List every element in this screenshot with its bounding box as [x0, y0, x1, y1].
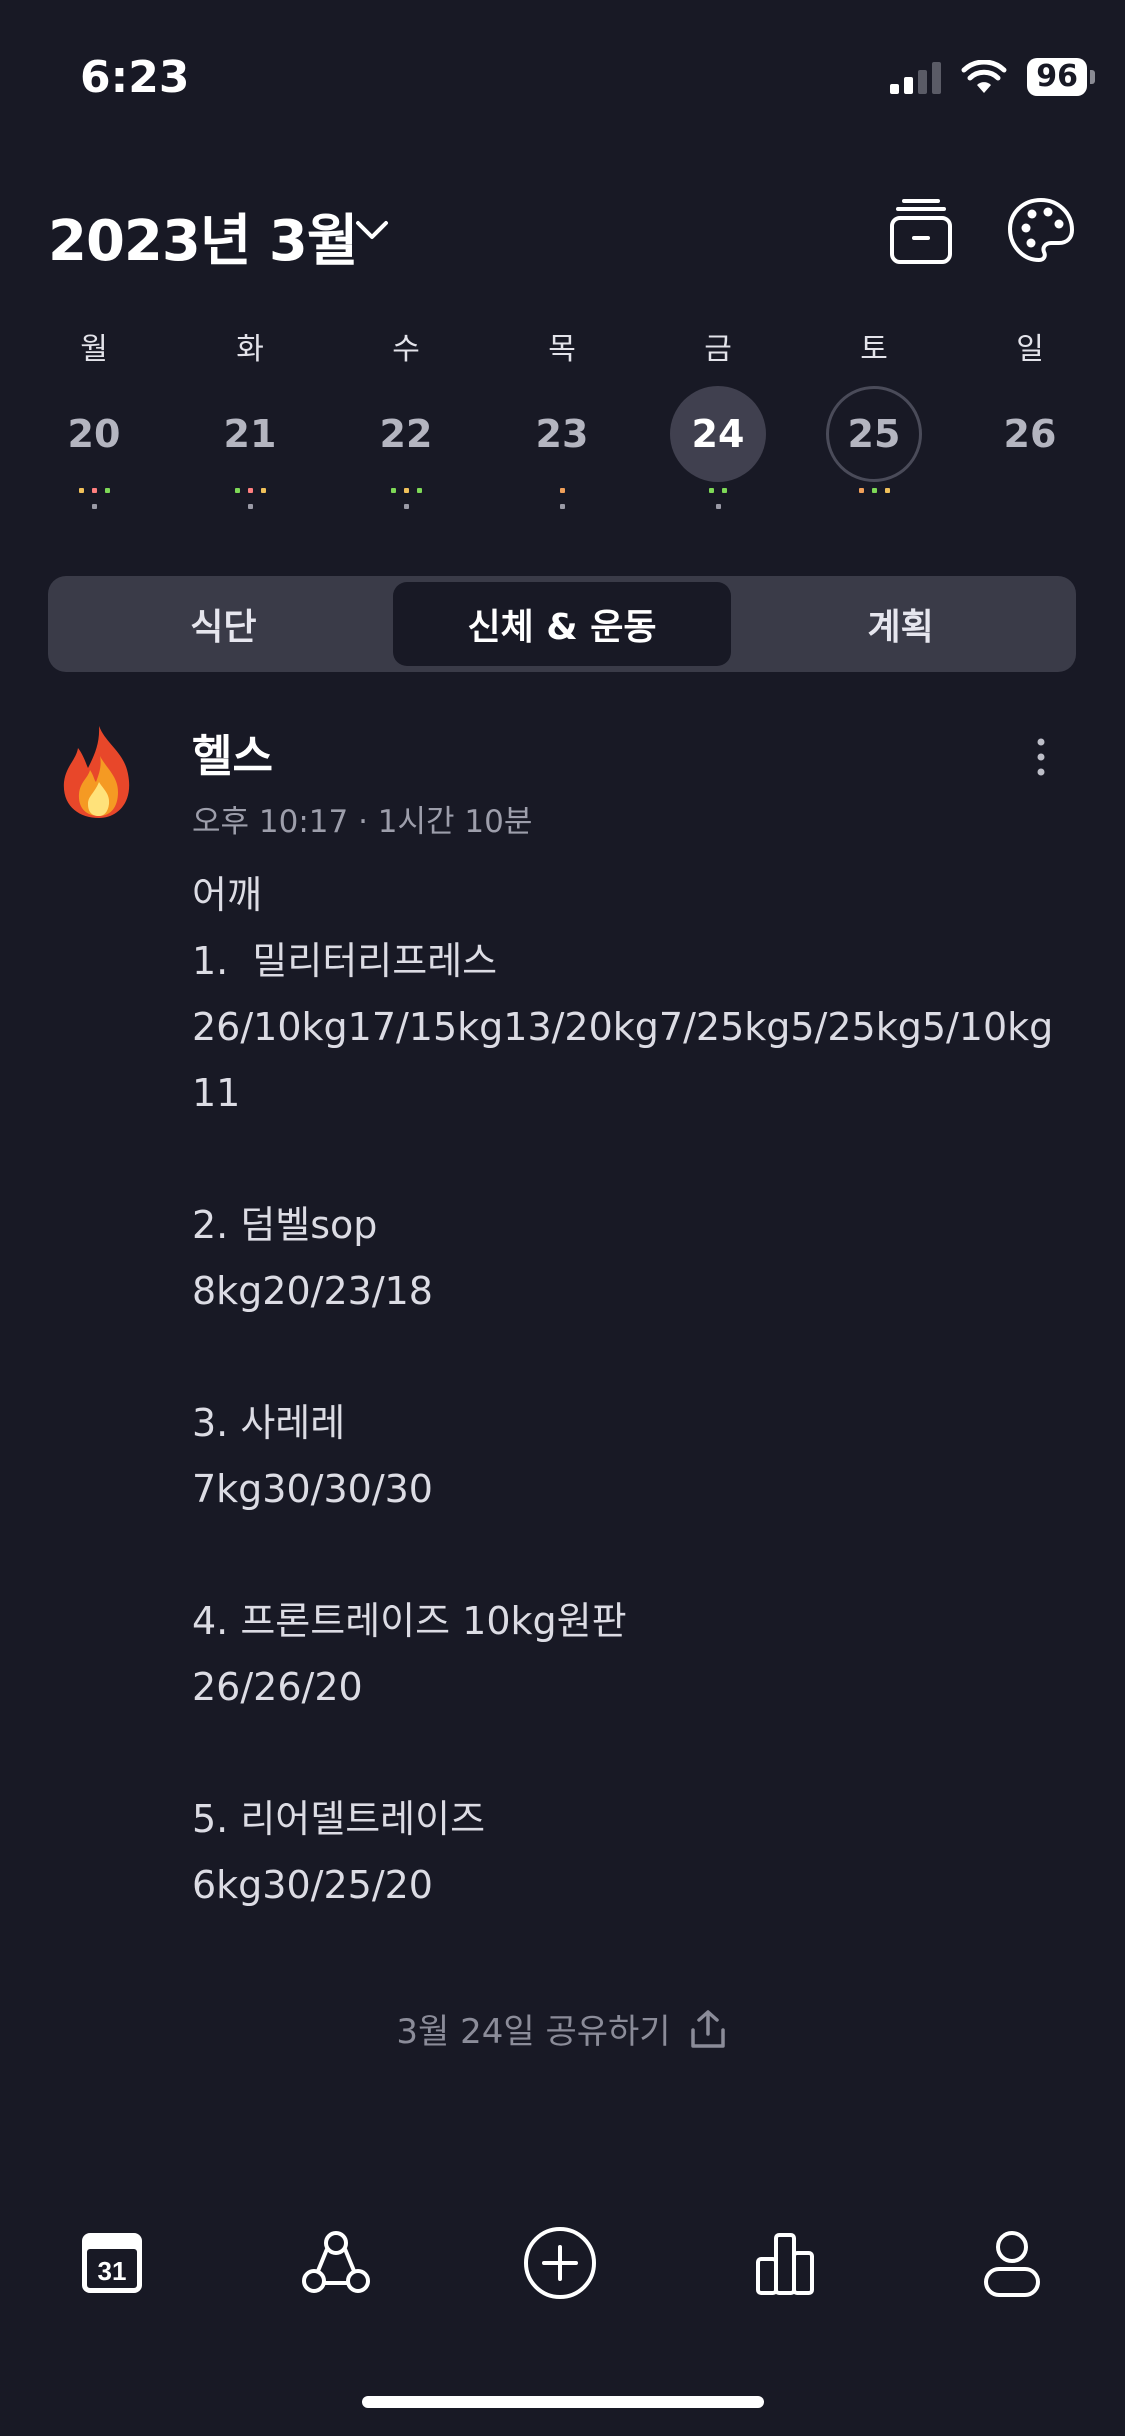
activity-dot — [884, 488, 890, 493]
activity-dot — [78, 488, 84, 493]
activity-dots — [668, 488, 768, 494]
activity-dot — [104, 488, 110, 493]
day-22[interactable]: 수 22 — [356, 330, 456, 509]
activity-dot — [416, 488, 422, 493]
activity-dots — [200, 488, 300, 494]
battery-icon: 96 — [1027, 58, 1095, 96]
day-26[interactable]: 일 26 — [980, 330, 1080, 494]
day-number: 22 — [379, 412, 433, 456]
day-21[interactable]: 화 21 — [200, 330, 300, 509]
activity-dots — [980, 488, 1080, 494]
activity-dot — [260, 488, 266, 493]
entry-title: 헬스 — [192, 731, 273, 782]
day-name: 수 — [392, 332, 420, 367]
activity-dot — [709, 488, 714, 493]
nav-calendar-icon[interactable]: 31 — [74, 2225, 150, 2301]
activity-dots — [824, 488, 924, 494]
day-name: 목 — [548, 332, 576, 367]
entry-meta: 오후 10:17 · 1시간 10분 — [192, 804, 533, 840]
day-number: 20 — [67, 412, 121, 456]
nav-profile-icon[interactable] — [974, 2225, 1050, 2301]
nav-add-icon[interactable] — [522, 2225, 598, 2301]
month-title[interactable]: 2023년 3월 — [48, 196, 358, 277]
activity-dot — [559, 488, 565, 493]
status-time: 6:23 — [80, 52, 190, 103]
secondary-dot — [512, 504, 612, 509]
tab-plan[interactable]: 계획 — [731, 582, 1070, 666]
status-indicators: 96 — [890, 58, 1095, 96]
activity-dots — [512, 488, 612, 494]
share-button[interactable]: 3월 24일 공유하기 — [0, 2004, 1125, 2053]
activity-dot — [390, 488, 396, 493]
day-name: 토 — [860, 332, 888, 367]
week-strip: 월 20 화 21 수 22 목 23 금 24 토 25 일 26 — [0, 330, 1125, 530]
activity-dot — [91, 488, 97, 493]
activity-dot — [403, 488, 409, 493]
day-number: 25 — [826, 386, 922, 482]
entry-body: 어깨 1. 밀리터리프레스 26/10kg17/15kg13/20kg7/25k… — [192, 873, 1054, 1907]
wifi-icon — [961, 60, 1007, 93]
activity-dot — [871, 488, 877, 493]
battery-level: 96 — [1027, 58, 1087, 96]
day-number: 24 — [670, 386, 766, 482]
activity-dots — [356, 488, 456, 494]
nav-stats-icon[interactable] — [748, 2225, 824, 2301]
day-23[interactable]: 목 23 — [512, 330, 612, 509]
day-number: 26 — [1003, 412, 1057, 456]
activity-dot — [722, 488, 727, 493]
secondary-dot — [668, 504, 768, 509]
fire-icon — [63, 726, 130, 818]
secondary-dot — [44, 504, 144, 509]
home-indicator[interactable] — [362, 2396, 764, 2408]
tab-body-exercise[interactable]: 신체 & 운동 — [392, 582, 732, 666]
day-name: 월 — [80, 332, 108, 367]
activity-dots — [44, 488, 144, 494]
day-24[interactable]: 금 24 — [668, 330, 768, 509]
day-number: 21 — [223, 412, 277, 456]
share-icon — [690, 2009, 725, 2048]
day-25[interactable]: 토 25 — [824, 330, 924, 494]
day-20[interactable]: 월 20 — [44, 330, 144, 509]
more-vertical-icon[interactable] — [1030, 736, 1052, 778]
share-label: 3월 24일 공유하기 — [396, 2012, 671, 2052]
day-name: 금 — [704, 332, 732, 367]
secondary-dot — [200, 504, 300, 509]
day-number: 23 — [535, 412, 589, 456]
secondary-dot — [356, 504, 456, 509]
activity-dot — [247, 488, 253, 493]
activity-dot — [858, 488, 864, 493]
chevron-down-icon[interactable] — [352, 210, 392, 250]
segment-tabs: 식단 신체 & 운동 계획 — [48, 576, 1076, 672]
palette-icon[interactable] — [1006, 196, 1076, 266]
activity-dot — [234, 488, 240, 493]
nav-community-icon[interactable] — [298, 2225, 374, 2301]
cellular-signal-icon — [890, 60, 942, 94]
day-name: 화 — [236, 332, 264, 367]
day-name: 일 — [1016, 332, 1044, 367]
archive-box-icon[interactable] — [886, 196, 956, 266]
tab-diet[interactable]: 식단 — [54, 582, 393, 666]
calendar-day-number: 31 — [98, 2256, 127, 2286]
